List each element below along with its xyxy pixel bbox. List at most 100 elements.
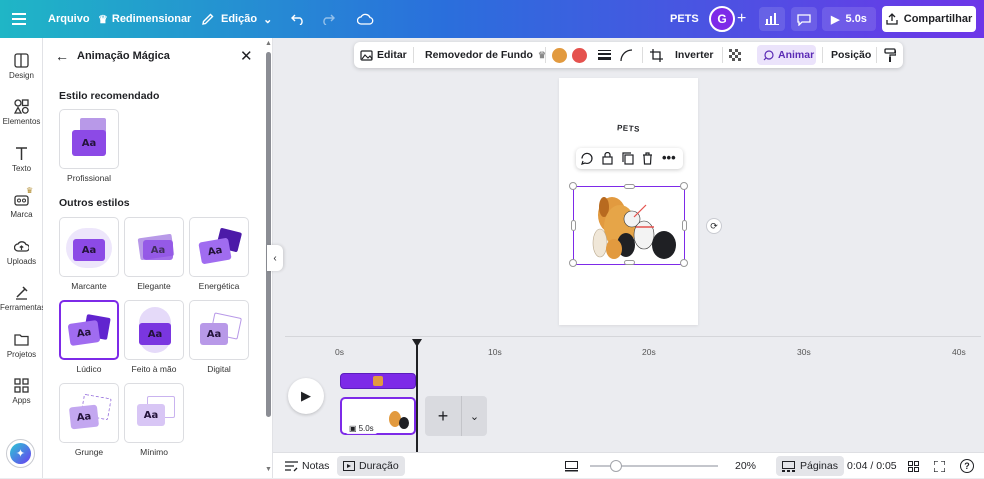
pages-icon [782, 460, 795, 472]
timeline-play-button[interactable]: ▶ [288, 378, 324, 414]
border-weight-icon[interactable] [598, 42, 611, 68]
scrollbar-thumb[interactable] [266, 52, 271, 417]
duration-button[interactable]: Duração [337, 456, 405, 476]
style-card-digital[interactable]: Aa [189, 300, 249, 360]
playhead[interactable] [416, 342, 418, 452]
rail-item-elements[interactable]: Elementos [0, 99, 43, 126]
rail-item-brand[interactable]: Marca ♛ [0, 186, 43, 219]
pages-label: Páginas [800, 460, 838, 472]
play-preview-button[interactable]: ▶ 5.0s [822, 7, 876, 31]
chevron-down-icon[interactable]: ⌄ [462, 396, 487, 436]
animation-track[interactable] [340, 373, 416, 389]
rail-item-apps[interactable]: Apps [0, 378, 43, 405]
zoom-level[interactable]: 20% [735, 453, 756, 479]
style-card-energetica[interactable]: Aa [189, 217, 249, 277]
scroll-down-icon[interactable]: ▼ [265, 466, 272, 473]
style-label: Energética [198, 281, 240, 291]
card-glyph: Aa [68, 404, 100, 430]
corner-rounding-icon[interactable] [620, 42, 633, 68]
more-options-icon[interactable]: ••• [662, 150, 676, 165]
animate-button[interactable]: Animar [757, 45, 816, 65]
style-label: Feito à mão [131, 364, 177, 374]
resize-handle[interactable] [680, 182, 688, 190]
rail-item-projects[interactable]: Projetos [0, 332, 43, 359]
edit-image-button[interactable]: Editar [360, 42, 407, 68]
tick-label: 40s [952, 347, 966, 357]
style-card-ludico[interactable]: Aa [59, 300, 119, 360]
color-swatch-orange[interactable] [552, 48, 567, 63]
hamburger-menu-icon[interactable] [12, 0, 26, 38]
resize-handle[interactable] [624, 260, 635, 265]
rail-item-tools[interactable]: Ferramentas [0, 285, 45, 312]
resize-handle[interactable] [680, 259, 688, 267]
notes-button[interactable]: Notas [285, 453, 329, 479]
style-card-feito-a-mao[interactable]: Aa [124, 300, 184, 360]
copy-style-icon[interactable] [884, 42, 896, 68]
crop-icon[interactable] [650, 42, 663, 68]
collapse-panel-button[interactable]: ‹ [267, 245, 283, 271]
lock-icon[interactable] [602, 151, 613, 168]
context-toolbar: Editar Removedor de Fundo ♛ Inverter Ani… [354, 42, 903, 68]
trash-icon[interactable] [642, 152, 653, 168]
grid-view-icon[interactable] [908, 453, 919, 479]
style-card-grunge[interactable]: Aa [59, 383, 119, 443]
help-icon[interactable]: ? [960, 459, 974, 473]
rail-item-text[interactable]: Texto [0, 146, 43, 173]
add-page-button[interactable]: + [425, 396, 461, 436]
rotate-icon[interactable]: ⟳ [706, 218, 722, 234]
resize-handle[interactable] [571, 220, 576, 231]
close-icon[interactable]: ✕ [240, 47, 253, 65]
insights-icon[interactable] [759, 7, 785, 31]
rail-item-uploads[interactable]: Uploads [0, 239, 43, 266]
style-card-marcante[interactable]: Aa [59, 217, 119, 277]
magic-assistant-button[interactable]: ✦ [6, 439, 35, 468]
style-label: Lúdico [76, 364, 102, 374]
scroll-up-icon[interactable]: ▲ [265, 40, 272, 47]
rail-item-design[interactable]: Design [0, 53, 43, 80]
video-icon [343, 461, 355, 471]
chevron-left-icon: ‹ [273, 252, 277, 264]
resize-handle[interactable] [624, 184, 635, 189]
page-clip[interactable]: ▣ 5.0s [340, 397, 416, 435]
share-button[interactable]: Compartilhar [882, 6, 976, 32]
fullscreen-icon[interactable] [934, 453, 945, 479]
comment-add-icon[interactable] [581, 152, 594, 168]
pets-image[interactable] [569, 182, 688, 267]
image-edit-icon [360, 49, 373, 61]
add-collaborator-icon[interactable]: + [737, 0, 746, 38]
comment-icon[interactable] [791, 7, 817, 31]
position-button[interactable]: Posição [831, 42, 871, 68]
page-view-icon[interactable] [565, 453, 578, 479]
resize-handle[interactable] [569, 182, 577, 190]
cloud-sync-icon[interactable] [357, 0, 374, 38]
resize-handle[interactable] [682, 220, 687, 231]
transparency-icon[interactable] [729, 42, 742, 68]
elements-icon [14, 99, 29, 114]
background-remover-button[interactable]: Removedor de Fundo ♛ [425, 42, 546, 68]
tick-label: 10s [488, 347, 502, 357]
color-swatch-red[interactable] [572, 48, 587, 63]
redo-icon[interactable] [321, 0, 335, 38]
file-menu[interactable]: Arquivo [48, 0, 90, 38]
back-arrow-icon[interactable]: ← [55, 48, 69, 64]
play-time: 5.0s [845, 13, 867, 25]
duplicate-icon[interactable] [622, 152, 634, 168]
document-title[interactable]: PETS [670, 0, 699, 38]
style-card-profissional[interactable]: Aa [59, 109, 119, 169]
rail-label: Projetos [6, 350, 37, 359]
resize-menu[interactable]: ♛ Redimensionar [98, 0, 191, 38]
zoom-slider-thumb[interactable] [610, 460, 622, 472]
playhead-marker[interactable] [412, 339, 422, 347]
pets-heading[interactable]: PETS [617, 123, 640, 134]
style-label: Marcante [71, 281, 107, 291]
resize-handle[interactable] [569, 259, 577, 267]
edit-mode-menu[interactable]: Edição ⌄ [201, 0, 272, 38]
avatar[interactable]: G [709, 6, 735, 32]
style-card-elegante[interactable]: Aa [124, 217, 184, 277]
flip-button[interactable]: Inverter [675, 42, 714, 68]
style-card-minimo[interactable]: Aa [124, 383, 184, 443]
pages-button[interactable]: Páginas [776, 456, 844, 476]
undo-icon[interactable] [291, 0, 305, 38]
canvas-page[interactable]: PETS ••• [559, 78, 698, 325]
notes-label: Notas [302, 460, 330, 472]
